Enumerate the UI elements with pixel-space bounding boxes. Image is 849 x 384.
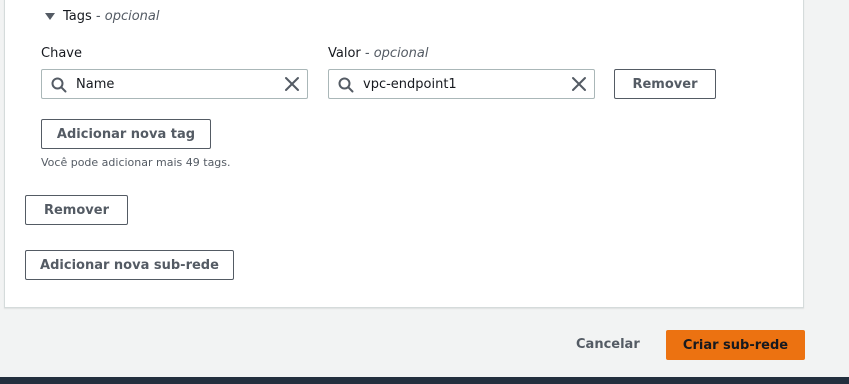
value-label: Valor - opcional [328, 46, 428, 61]
remove-subnet-button[interactable]: Remover [25, 195, 128, 225]
remove-tag-button[interactable]: Remover [614, 69, 716, 99]
create-subnet-button[interactable]: Criar sub-rede [666, 330, 805, 360]
add-tag-button[interactable]: Adicionar nova tag [41, 119, 211, 149]
tag-value-input[interactable] [363, 75, 533, 93]
tags-optional-text: - opcional [91, 9, 160, 24]
close-icon[interactable] [571, 76, 587, 92]
close-icon[interactable] [284, 76, 300, 92]
value-label-text: Valor [328, 46, 361, 61]
tag-key-field[interactable] [41, 69, 308, 99]
tag-key-input[interactable] [76, 75, 246, 93]
caret-down-icon [45, 13, 55, 20]
tags-expander[interactable]: Tags - opcional [45, 9, 159, 24]
tag-value-field[interactable] [328, 69, 595, 99]
value-optional-text: - opcional [360, 46, 429, 61]
bottom-bar [0, 377, 849, 384]
subnet-settings-panel: Tags - opcional Chave Valor - opcional R… [4, 0, 804, 308]
tags-limit-hint: Você pode adicionar mais 49 tags. [41, 156, 231, 169]
tags-title: Tags - opcional [63, 9, 159, 24]
add-subnet-button[interactable]: Adicionar nova sub-rede [25, 250, 234, 280]
key-label: Chave [41, 46, 82, 61]
cancel-button[interactable]: Cancelar [576, 337, 640, 352]
search-icon [338, 77, 354, 97]
tags-title-text: Tags [63, 9, 92, 24]
search-icon [51, 77, 67, 97]
